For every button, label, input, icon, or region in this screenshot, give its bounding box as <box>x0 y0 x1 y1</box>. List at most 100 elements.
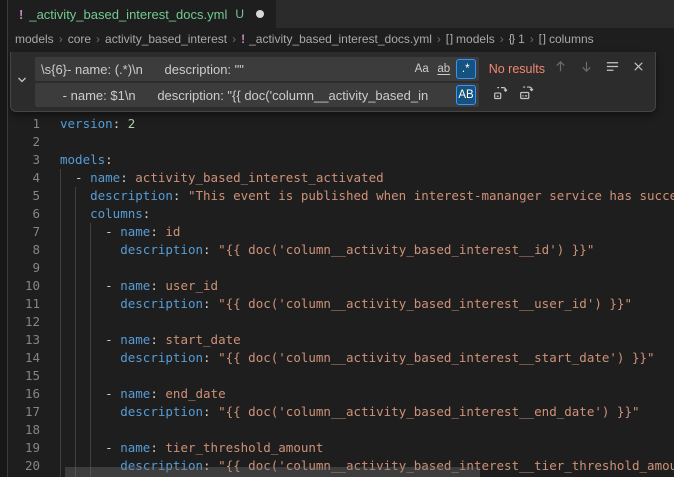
code-line[interactable]: 11 description: "{{ doc('column__activit… <box>9 295 674 313</box>
code-line[interactable]: 17 description: "{{ doc('column__activit… <box>9 403 674 421</box>
breadcrumb-item[interactable]: models <box>15 32 54 46</box>
code-editor[interactable]: 1version: 223models:4 - name: activity_b… <box>9 50 674 477</box>
code-line[interactable]: 3 models: <box>9 151 674 169</box>
unsaved-changes-dot-icon[interactable] <box>256 10 264 18</box>
line-number[interactable]: 20 <box>9 457 40 475</box>
replace-icon <box>493 85 508 105</box>
code-line[interactable]: 12 <box>9 313 674 331</box>
code-line[interactable]: 8 description: "{{ doc('column__activity… <box>9 241 674 259</box>
find-in-selection-button[interactable] <box>602 59 623 80</box>
line-number[interactable]: 5 <box>9 187 40 205</box>
code-line[interactable]: 13 - name: start_date <box>9 331 674 349</box>
whole-word-toggle[interactable]: ab <box>434 59 454 79</box>
tab-bar: ! _activity_based_interest_docs.yml U <box>9 0 674 28</box>
code-line-text: - name: activity_based_interest_activate… <box>60 169 384 187</box>
editor-tab[interactable]: ! _activity_based_interest_docs.yml U <box>9 0 276 28</box>
breadcrumb-item-label: _activity_based_interest_docs.yml <box>249 32 432 46</box>
match-case-toggle[interactable]: Aa <box>412 59 432 79</box>
arrow-up-icon <box>553 59 568 79</box>
line-number[interactable]: 16 <box>9 385 40 403</box>
previous-match-button[interactable] <box>550 59 571 80</box>
breadcrumb-item[interactable]: {}1 <box>509 32 525 46</box>
breadcrumb-separator-icon: › <box>500 32 504 46</box>
yaml-file-icon: ! <box>19 7 23 22</box>
code-line[interactable]: 18 <box>9 421 674 439</box>
line-number[interactable]: 7 <box>9 223 40 241</box>
line-number[interactable]: 2 <box>9 133 40 151</box>
code-line-text: description: "{{ doc('column__activity_b… <box>60 295 632 313</box>
code-line-text: description: "This event is published wh… <box>60 187 674 205</box>
preserve-case-toggle[interactable]: AB <box>456 85 476 105</box>
code-line-text: columns: <box>60 205 150 223</box>
line-number[interactable]: 3 <box>9 151 40 169</box>
code-line[interactable]: 6 columns: <box>9 205 674 223</box>
line-number[interactable]: 9 <box>9 259 40 277</box>
git-untracked-badge: U <box>235 7 244 21</box>
tab-title: _activity_based_interest_docs.yml <box>29 7 227 22</box>
code-line-text: description: "{{ doc('column__activity_b… <box>60 403 640 421</box>
regex-toggle[interactable]: .* <box>456 59 476 79</box>
breadcrumb-item[interactable]: [ ]models <box>446 32 495 46</box>
line-number[interactable]: 8 <box>9 241 40 259</box>
indent-guide <box>90 223 91 477</box>
line-number[interactable]: 4 <box>9 169 40 187</box>
code-line[interactable]: 9 <box>9 259 674 277</box>
code-line[interactable]: 15 <box>9 367 674 385</box>
vscode-editor-window: ! _activity_based_interest_docs.yml U mo… <box>0 0 674 477</box>
code-line-text: description: "{{ doc('column__activity_b… <box>60 241 594 259</box>
symbol-kind-icon: [ ] <box>539 33 545 45</box>
code-line[interactable]: 4 - name: activity_based_interest_activa… <box>9 169 674 187</box>
breadcrumb-item[interactable]: core <box>68 32 91 46</box>
line-number[interactable]: 10 <box>9 277 40 295</box>
code-line-text: - name: start_date <box>60 331 241 349</box>
indent-guide <box>60 169 61 477</box>
code-line-text: models: <box>60 151 113 169</box>
line-number[interactable]: 17 <box>9 403 40 421</box>
line-number[interactable]: 6 <box>9 205 40 223</box>
arrow-down-icon <box>579 59 594 79</box>
replace-actions <box>485 85 537 106</box>
code-line[interactable]: 16 - name: end_date <box>9 385 674 403</box>
line-number[interactable]: 14 <box>9 349 40 367</box>
replace-one-button[interactable] <box>490 85 511 106</box>
line-number[interactable]: 15 <box>9 367 40 385</box>
replace-all-button[interactable] <box>516 85 537 106</box>
code-line[interactable]: 1 version: 2 <box>9 115 674 133</box>
breadcrumb-item[interactable]: ! _activity_based_interest_docs.yml <box>241 32 432 46</box>
code-line-text: - name: end_date <box>60 385 226 403</box>
find-status: No results <box>489 62 545 76</box>
line-number[interactable]: 11 <box>9 295 40 313</box>
line-number[interactable]: 19 <box>9 439 40 457</box>
close-find-widget-button[interactable] <box>628 59 649 80</box>
breadcrumb-item-label: 1 <box>518 32 525 46</box>
line-number[interactable]: 18 <box>9 421 40 439</box>
code-line[interactable]: 2 <box>9 133 674 151</box>
toggle-replace-button[interactable] <box>11 52 33 111</box>
code-lines: 1version: 223models:4 - name: activity_b… <box>9 115 674 475</box>
breadcrumb-separator-icon: › <box>59 32 63 46</box>
code-line-text: version: 2 <box>60 115 135 133</box>
line-number[interactable]: 1 <box>9 115 40 133</box>
next-match-button[interactable] <box>576 59 597 80</box>
symbol-kind-icon: [ ] <box>446 33 452 45</box>
breadcrumb-separator-icon: › <box>96 32 100 46</box>
code-line[interactable]: 14 description: "{{ doc('column__activit… <box>9 349 674 367</box>
find-replace-widget: \s{6}- name: (.*)\n description: "" Aa a… <box>10 52 656 112</box>
find-query-text: \s{6}- name: (.*)\n description: "" <box>41 62 410 77</box>
find-input[interactable]: \s{6}- name: (.*)\n description: "" Aa a… <box>35 57 479 81</box>
code-line[interactable]: 5 description: "This event is published … <box>9 187 674 205</box>
horizontal-scrollbar[interactable] <box>65 467 480 477</box>
breadcrumb-item[interactable]: [ ]columns <box>539 32 594 46</box>
breadcrumb-item[interactable]: activity_based_interest <box>105 32 227 46</box>
code-line[interactable]: 7 - name: id <box>9 223 674 241</box>
code-line[interactable]: 19 - name: tier_threshold_amount <box>9 439 674 457</box>
code-line-text: - name: tier_threshold_amount <box>60 439 323 457</box>
code-line[interactable]: 10 - name: user_id <box>9 277 674 295</box>
line-number[interactable]: 12 <box>9 313 40 331</box>
code-line-text: - name: id <box>60 223 180 241</box>
close-icon <box>631 59 646 79</box>
line-number[interactable]: 13 <box>9 331 40 349</box>
replace-input[interactable]: - name: $1\n description: "{{ doc('colum… <box>35 83 479 107</box>
breadcrumb-separator-icon: › <box>437 32 441 46</box>
yaml-file-icon: ! <box>241 32 245 46</box>
